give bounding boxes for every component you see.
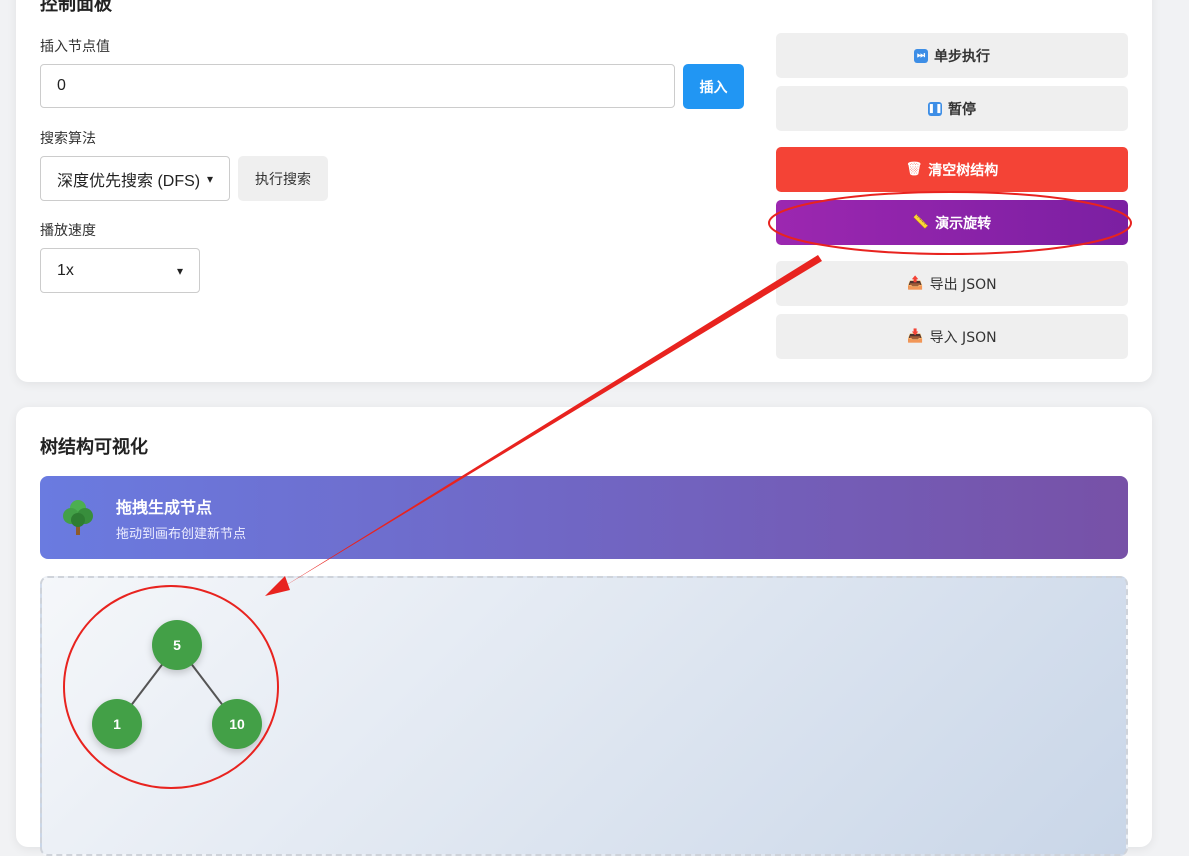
pause-button[interactable]: ❚❚ 暂停	[776, 86, 1128, 131]
demo-rotate-button-label: 演示旋转	[935, 215, 992, 232]
step-button-label: 单步执行	[934, 48, 990, 65]
tree-edges	[116, 644, 238, 725]
import-json-button-label: 导入 JSON	[929, 329, 997, 346]
tree-canvas[interactable]: 5 1 10	[40, 576, 1128, 856]
drag-node-subtitle: 拖动到画布创建新节点	[116, 527, 247, 542]
export-json-button-label: 导出 JSON	[929, 276, 997, 293]
run-search-button[interactable]: 执行搜索	[238, 156, 328, 201]
insert-button[interactable]: 插入	[683, 64, 744, 109]
ruler-icon: 📏	[912, 215, 930, 230]
tree-node-right[interactable]: 10	[212, 699, 262, 749]
control-panel: 控制面板 插入节点值 0 插入 搜索算法 深度优先搜索 (DFS) ▾ 执行搜索…	[16, 0, 1152, 382]
clear-tree-button[interactable]: 🗑 清空树结构	[776, 147, 1128, 192]
control-panel-title: 控制面板	[40, 0, 112, 15]
trash-icon: 🗑	[905, 162, 923, 177]
insert-value-label: 插入节点值	[40, 39, 110, 55]
search-algorithm-label: 搜索算法	[40, 131, 96, 147]
tree-node-left[interactable]: 1	[92, 699, 142, 749]
drag-node-title: 拖拽生成节点	[116, 498, 213, 517]
playback-speed-value: 1x	[57, 261, 74, 279]
step-button[interactable]: ⏭ 单步执行	[776, 33, 1128, 78]
pause-button-label: 暂停	[948, 101, 976, 118]
import-json-button[interactable]: 📥 导入 JSON	[776, 314, 1128, 359]
tree-icon	[63, 500, 93, 535]
search-algorithm-select[interactable]: 深度优先搜索 (DFS) ▾	[40, 156, 230, 201]
insert-value-input[interactable]: 0	[40, 64, 675, 108]
import-icon: 📥	[907, 329, 924, 344]
chevron-down-icon: ▾	[206, 171, 213, 186]
demo-rotate-button[interactable]: 📏 演示旋转	[776, 200, 1128, 245]
chevron-down-icon: ▾	[176, 263, 183, 278]
drag-node-source[interactable]: 拖拽生成节点 拖动到画布创建新节点	[40, 476, 1128, 559]
tree-visualization-panel: 树结构可视化 拖拽生成节点 拖动到画布创建新节点 5 1 10	[16, 407, 1152, 856]
search-algorithm-value: 深度优先搜索 (DFS)	[57, 172, 201, 190]
export-json-button[interactable]: 📤 导出 JSON	[776, 261, 1128, 306]
insert-value-text: 0	[57, 77, 66, 94]
clear-tree-button-label: 清空树结构	[928, 162, 999, 179]
tree-visualization-title: 树结构可视化	[40, 437, 148, 458]
export-icon: 📤	[907, 276, 924, 291]
playback-speed-label: 播放速度	[40, 223, 96, 239]
pause-icon: ❚❚	[927, 101, 943, 116]
tree-node-root[interactable]: 5	[152, 620, 202, 670]
playback-speed-select[interactable]: 1x ▾	[40, 248, 200, 293]
fast-forward-icon: ⏭	[914, 48, 928, 63]
